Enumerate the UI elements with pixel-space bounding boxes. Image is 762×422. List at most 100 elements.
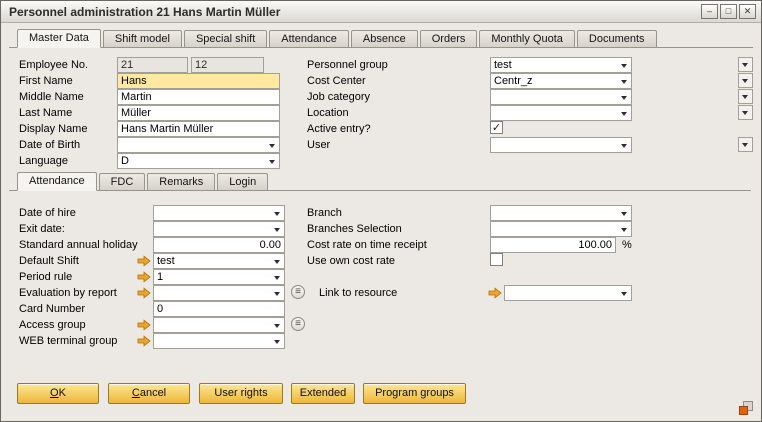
chevron-down-icon xyxy=(621,144,627,148)
card-number-input[interactable] xyxy=(153,301,285,317)
subtab-remarks[interactable]: Remarks xyxy=(147,173,215,190)
chevron-down-icon xyxy=(274,292,280,296)
close-button[interactable]: ✕ xyxy=(739,4,756,19)
link-arrow-icon[interactable] xyxy=(137,255,151,267)
chevron-down-icon xyxy=(274,228,280,232)
date-of-birth-label: Date of Birth xyxy=(19,138,80,152)
maximize-button[interactable]: □ xyxy=(720,4,737,19)
language-label: Language xyxy=(19,154,68,168)
extended-button[interactable]: Extended xyxy=(291,383,355,404)
main-tab-strip: Master Data Shift model Special shift At… xyxy=(9,28,753,48)
link-to-resource-combo[interactable] xyxy=(504,285,632,301)
tab-shift-model[interactable]: Shift model xyxy=(103,30,182,47)
personnel-group-combo[interactable]: test xyxy=(490,57,632,73)
tab-documents[interactable]: Documents xyxy=(577,30,657,47)
cost-rate-input[interactable] xyxy=(490,237,616,253)
exit-date-combo[interactable] xyxy=(153,221,285,237)
title-bar[interactable]: Personnel administration 21 Hans Martin … xyxy=(1,1,761,23)
standard-annual-holiday-label: Standard annual holiday xyxy=(19,238,138,252)
employee-no-field-1[interactable] xyxy=(117,57,188,73)
evaluation-by-report-combo[interactable] xyxy=(153,285,285,301)
link-to-resource-label: Link to resource xyxy=(319,286,397,300)
employee-no-field-2[interactable] xyxy=(191,57,264,73)
user-combo[interactable] xyxy=(490,137,632,153)
chevron-down-icon xyxy=(742,143,748,147)
exit-date-label: Exit date: xyxy=(19,222,65,236)
checkmark-icon: ✓ xyxy=(492,122,501,134)
first-name-label: First Name xyxy=(19,74,73,88)
tab-special-shift[interactable]: Special shift xyxy=(184,30,267,47)
last-name-label: Last Name xyxy=(19,106,72,120)
job-category-side-combo-arrow[interactable] xyxy=(738,89,753,104)
chevron-down-icon xyxy=(269,144,275,148)
active-entry-checkbox[interactable]: ✓ xyxy=(490,121,503,134)
default-shift-combo[interactable]: test xyxy=(153,253,285,269)
location-side-combo-arrow[interactable] xyxy=(738,105,753,120)
location-label: Location xyxy=(307,106,349,120)
language-combo[interactable]: D xyxy=(117,153,280,169)
middle-name-input[interactable] xyxy=(117,89,280,105)
chevron-down-icon xyxy=(742,95,748,99)
use-own-cost-rate-label: Use own cost rate xyxy=(307,254,395,268)
location-combo[interactable] xyxy=(490,105,632,121)
user-rights-button[interactable]: User rights xyxy=(199,383,283,404)
branch-combo[interactable] xyxy=(490,205,632,221)
ok-button[interactable]: OK xyxy=(17,383,99,404)
web-terminal-group-combo[interactable] xyxy=(153,333,285,349)
active-entry-label: Active entry? xyxy=(307,122,371,136)
chevron-down-icon xyxy=(621,64,627,68)
cancel-button[interactable]: Cancel xyxy=(108,383,190,404)
tab-master-data[interactable]: Master Data xyxy=(17,29,101,48)
subtab-fdc[interactable]: FDC xyxy=(99,173,146,190)
date-of-hire-combo[interactable] xyxy=(153,205,285,221)
standard-annual-holiday-input[interactable] xyxy=(153,237,285,253)
access-group-menu-button[interactable]: ≡ xyxy=(291,317,305,331)
period-rule-label: Period rule xyxy=(19,270,72,284)
link-arrow-icon[interactable] xyxy=(137,319,151,331)
chevron-down-icon xyxy=(742,111,748,115)
middle-name-label: Middle Name xyxy=(19,90,84,104)
display-name-input[interactable] xyxy=(117,121,280,137)
cost-center-side-combo-arrow[interactable] xyxy=(738,73,753,88)
subtab-login[interactable]: Login xyxy=(217,173,268,190)
chevron-down-icon xyxy=(621,80,627,84)
last-name-input[interactable] xyxy=(117,105,280,121)
first-name-input[interactable] xyxy=(117,73,280,89)
tab-absence[interactable]: Absence xyxy=(351,30,418,47)
chevron-down-icon xyxy=(621,292,627,296)
access-group-combo[interactable] xyxy=(153,317,285,333)
date-of-birth-combo[interactable] xyxy=(117,137,280,153)
card-number-label: Card Number xyxy=(19,302,85,316)
user-side-combo-arrow[interactable] xyxy=(738,137,753,152)
tab-monthly-quota[interactable]: Monthly Quota xyxy=(479,30,575,47)
period-rule-combo[interactable]: 1 xyxy=(153,269,285,285)
chevron-down-icon xyxy=(742,79,748,83)
cost-center-combo[interactable]: Centr_z xyxy=(490,73,632,89)
program-groups-button[interactable]: Program groups xyxy=(363,383,466,404)
chevron-down-icon xyxy=(621,112,627,116)
link-arrow-icon[interactable] xyxy=(137,335,151,347)
cost-center-value: Centr_z xyxy=(494,75,533,87)
link-arrow-icon[interactable] xyxy=(488,287,502,299)
chevron-down-icon xyxy=(621,212,627,216)
minimize-button[interactable]: ‒ xyxy=(701,4,718,19)
job-category-combo[interactable] xyxy=(490,89,632,105)
tab-attendance[interactable]: Attendance xyxy=(269,30,349,47)
branches-selection-combo[interactable] xyxy=(490,221,632,237)
tab-orders[interactable]: Orders xyxy=(420,30,478,47)
resize-grip-icon[interactable] xyxy=(739,401,753,415)
use-own-cost-rate-checkbox[interactable] xyxy=(490,253,503,266)
chevron-down-icon xyxy=(269,160,275,164)
personnel-group-label: Personnel group xyxy=(307,58,388,72)
evaluation-by-report-menu-button[interactable]: ≡ xyxy=(291,285,305,299)
branch-label: Branch xyxy=(307,206,342,220)
subtab-attendance[interactable]: Attendance xyxy=(17,172,97,191)
language-value: D xyxy=(121,155,129,167)
link-arrow-icon[interactable] xyxy=(137,287,151,299)
chevron-down-icon xyxy=(621,228,627,232)
default-shift-value: test xyxy=(157,255,175,267)
chevron-down-icon xyxy=(742,63,748,67)
personnel-group-side-combo-arrow[interactable] xyxy=(738,57,753,72)
chevron-down-icon xyxy=(274,212,280,216)
link-arrow-icon[interactable] xyxy=(137,271,151,283)
